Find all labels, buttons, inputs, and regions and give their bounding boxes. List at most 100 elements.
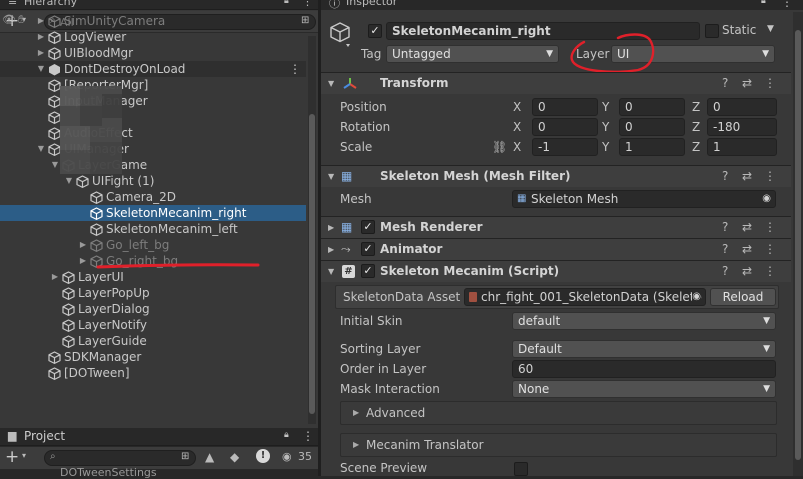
help-icon[interactable]: ?: [722, 73, 728, 94]
hierarchy-scene-row[interactable]: ▼ DontDestroyOnLoad ⋮: [0, 61, 306, 77]
hierarchy-row[interactable]: SDKManager: [0, 349, 306, 365]
more-menu-icon[interactable]: ⋮: [289, 61, 301, 77]
gameobject-cube-icon[interactable]: [329, 20, 353, 48]
axis-z-label[interactable]: Z: [692, 100, 700, 114]
foldout-open-icon[interactable]: ▼: [328, 261, 334, 282]
help-icon[interactable]: ?: [722, 239, 728, 260]
mesh-renderer-enabled-checkbox[interactable]: ✓: [361, 220, 375, 234]
object-picker-icon[interactable]: ◉: [692, 289, 701, 305]
preset-icon[interactable]: ⇄: [742, 239, 752, 260]
hierarchy-row[interactable]: [ReporterMgr]: [0, 77, 306, 93]
component-menu-icon[interactable]: ⋮: [764, 166, 776, 187]
hierarchy-row[interactable]: LayerNotify: [0, 317, 306, 333]
initial-skin-dropdown[interactable]: default ▼: [512, 312, 776, 330]
lock-icon[interactable]: 🔒︎: [284, 430, 289, 440]
more-menu-icon[interactable]: ⋮: [302, 0, 313, 8]
mesh-filter-header[interactable]: ▼ ▦ Skeleton Mesh (Mesh Filter) ? ⇄ ⋮: [321, 165, 791, 187]
link-icon[interactable]: ⛓: [492, 140, 507, 154]
hierarchy-row[interactable]: LayerDialog: [0, 301, 306, 317]
reload-button[interactable]: Reload: [710, 288, 776, 306]
expand-open-icon[interactable]: ▼: [36, 61, 46, 77]
animator-enabled-checkbox[interactable]: ✓: [361, 242, 375, 256]
search-filter-icon[interactable]: ⊞: [181, 451, 189, 462]
warning-icon[interactable]: !: [256, 449, 270, 463]
static-checkbox[interactable]: [705, 24, 719, 38]
hierarchy-scrollbar-thumb[interactable]: [309, 114, 315, 414]
scene-preview-checkbox[interactable]: [514, 462, 528, 476]
foldout-closed-icon[interactable]: ▶: [353, 434, 359, 456]
expand-open-icon[interactable]: ▼: [50, 157, 60, 173]
static-dropdown-icon[interactable]: ▼: [767, 24, 774, 34]
position-z-field[interactable]: 0: [707, 98, 777, 116]
visibility-icon[interactable]: ◉: [282, 450, 292, 463]
expand-closed-icon[interactable]: ▶: [36, 29, 46, 45]
expand-closed-icon[interactable]: ▶: [36, 13, 46, 29]
project-partial-row[interactable]: DOTweenSettings: [60, 466, 157, 479]
inspector-tab[interactable]: Inspector: [346, 0, 397, 8]
axis-y-label[interactable]: Y: [602, 140, 609, 154]
mask-interaction-dropdown[interactable]: None ▼: [512, 380, 776, 398]
foldout-open-icon[interactable]: ▼: [328, 73, 334, 94]
hierarchy-row[interactable]: AudioEffect: [0, 125, 306, 141]
hierarchy-row[interactable]: [DOTween]: [0, 365, 306, 381]
hierarchy-row[interactable]: [0, 109, 306, 125]
mecanim-translator-foldout[interactable]: ▶ Mecanim Translator: [340, 433, 777, 457]
object-picker-icon[interactable]: ◉: [762, 191, 771, 207]
axis-z-label[interactable]: Z: [692, 120, 700, 134]
active-checkbox[interactable]: ✓: [368, 24, 382, 38]
hierarchy-row[interactable]: ▼ UIFight (1): [0, 173, 306, 189]
axis-y-label[interactable]: Y: [602, 100, 609, 114]
hierarchy-row[interactable]: SkeletonMecanim_left: [0, 221, 306, 237]
label-icon[interactable]: ◆: [230, 450, 239, 464]
expand-closed-icon[interactable]: ▶: [78, 253, 88, 269]
visibility-icon[interactable]: 👁︎: [2, 13, 16, 26]
project-tab[interactable]: Project: [24, 429, 65, 443]
advanced-foldout[interactable]: ▶ Advanced: [340, 401, 777, 425]
help-icon[interactable]: ?: [722, 166, 728, 187]
mesh-object-field[interactable]: ▦ Skeleton Mesh ◉: [512, 190, 776, 208]
scale-z-field[interactable]: 1: [707, 138, 777, 156]
hierarchy-row[interactable]: ▶ Go_left_bg: [0, 237, 306, 253]
foldout-closed-icon[interactable]: ▶: [353, 402, 359, 424]
component-menu-icon[interactable]: ⋮: [764, 217, 776, 238]
expand-closed-icon[interactable]: ▶: [36, 45, 46, 61]
preset-icon[interactable]: ⇄: [742, 261, 752, 282]
preset-icon[interactable]: ⇄: [742, 73, 752, 94]
component-menu-icon[interactable]: ⋮: [764, 239, 776, 260]
more-menu-icon[interactable]: ⋮: [781, 0, 793, 9]
project-search[interactable]: ⌕ ⊞: [44, 450, 196, 466]
skeleton-mecanim-enabled-checkbox[interactable]: ✓: [361, 264, 375, 278]
expand-closed-icon[interactable]: ▶: [78, 237, 88, 253]
pickable-icon[interactable]: ✋︎: [18, 13, 24, 27]
hierarchy-row[interactable]: ▼UIManager: [0, 141, 306, 157]
hierarchy-row[interactable]: ▶ UIBloodMgr: [0, 45, 306, 61]
position-x-field[interactable]: 0: [532, 98, 598, 116]
expand-open-icon[interactable]: ▼: [64, 173, 74, 189]
transform-header[interactable]: ▼ Transform ? ⇄ ⋮: [321, 72, 791, 94]
tag-dropdown[interactable]: Untagged ▼: [386, 45, 559, 63]
foldout-closed-icon[interactable]: ▶: [328, 239, 334, 260]
scale-x-field[interactable]: -1: [532, 138, 598, 156]
axis-x-label[interactable]: X: [513, 100, 521, 114]
position-y-field[interactable]: 0: [619, 98, 685, 116]
axis-x-label[interactable]: X: [513, 140, 521, 154]
rotation-z-field[interactable]: -180: [707, 118, 777, 136]
foldout-closed-icon[interactable]: ▶: [328, 217, 334, 238]
skeleton-data-field[interactable]: chr_fight_001_SkeletonData (Skeleto ◉: [464, 288, 706, 306]
rotation-y-field[interactable]: 0: [619, 118, 685, 136]
axis-x-label[interactable]: X: [513, 120, 521, 134]
lock-icon[interactable]: 🔒︎: [284, 0, 289, 6]
axis-y-label[interactable]: Y: [602, 120, 609, 134]
animator-header[interactable]: ▶ ⤳ ✓ Animator ? ⇄ ⋮: [321, 238, 791, 260]
hierarchy-row[interactable]: SkeletonMecanim_right: [0, 205, 306, 221]
add-icon[interactable]: +: [5, 448, 19, 466]
expand-closed-icon[interactable]: ▶: [50, 269, 60, 285]
sorting-layer-dropdown[interactable]: Default ▼: [512, 340, 776, 358]
more-menu-icon[interactable]: ⋮: [302, 429, 314, 443]
hierarchy-row[interactable]: Camera_2D: [0, 189, 306, 205]
hierarchy-row[interactable]: ▶ LayerUI: [0, 269, 306, 285]
mesh-renderer-header[interactable]: ▶ ▦ ✓ Mesh Renderer ? ⇄ ⋮: [321, 216, 791, 238]
hierarchy-row[interactable]: LayerGuide: [0, 333, 306, 349]
component-menu-icon[interactable]: ⋮: [764, 261, 776, 282]
inspector-scrollbar-thumb[interactable]: [795, 30, 801, 460]
